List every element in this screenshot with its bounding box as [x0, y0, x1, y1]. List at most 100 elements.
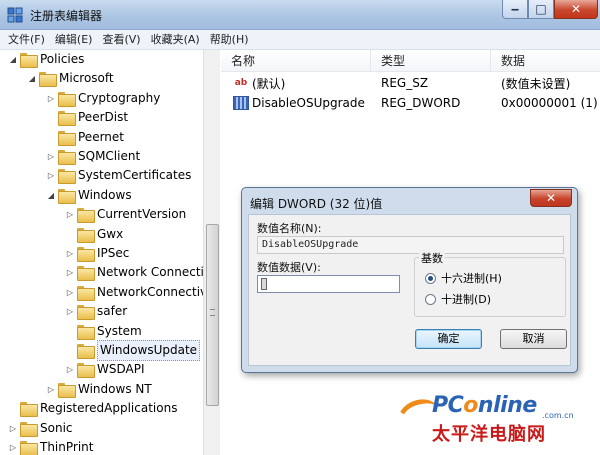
expanded-arrow-icon[interactable]: ◢ [46, 186, 56, 205]
tree-item[interactable]: Peernet [46, 128, 124, 147]
dialog-body: 数值名称(N): DisableOSUpgrade 数值数据(V): 基数 十六… [248, 214, 571, 366]
value-name-label: 数值名称(N): [257, 222, 322, 235]
close-icon: ✕ [545, 191, 557, 205]
string-value-icon: ab [234, 78, 248, 88]
radio-hex[interactable]: 十六进制(H) [425, 270, 502, 286]
watermark-chinese-name: 太平洋电脑网 [432, 424, 546, 445]
cancel-button[interactable]: 取消 [500, 329, 567, 349]
tree-item[interactable]: ▷ SystemCertificates [46, 166, 191, 185]
tree-item[interactable]: System [65, 322, 142, 341]
tree-item-label: Policies [40, 52, 85, 66]
collapsed-arrow-icon[interactable]: ▷ [8, 438, 18, 455]
collapsed-arrow-icon[interactable]: ▷ [65, 360, 75, 379]
expanded-arrow-icon[interactable]: ◢ [27, 69, 37, 88]
value-data: (数值未设置) [501, 76, 571, 91]
minimize-button[interactable]: ‒ [502, 0, 528, 19]
list-item[interactable]: ab (默认) REG_SZ (数值未设置) [221, 73, 600, 93]
window-title: 注册表编辑器 [30, 9, 103, 23]
maximize-icon: □ [535, 2, 547, 16]
menu-bar: 文件(F) 编辑(E) 查看(V) 收藏夹(A) 帮助(H) [0, 30, 600, 50]
pconline-watermark: PConline .com.cn 太平洋电脑网 [392, 390, 600, 455]
menu-edit[interactable]: 编辑(E) [55, 30, 93, 49]
collapsed-arrow-icon[interactable]: ▷ [46, 89, 56, 108]
tree-item-label: WindowsUpdate [97, 340, 201, 361]
tree-item[interactable]: ▷ CurrentVersion [65, 205, 186, 224]
radio-decimal-label: 十进制(D) [441, 293, 492, 306]
collapsed-arrow-icon[interactable]: ▷ [65, 244, 75, 263]
menu-view[interactable]: 查看(V) [102, 30, 140, 49]
watermark-domain: .com.cn [542, 411, 574, 420]
tree-item-label: Sonic [40, 420, 73, 435]
collapsed-arrow-icon[interactable]: ▷ [65, 205, 75, 224]
collapsed-arrow-icon[interactable]: ▷ [65, 283, 75, 302]
menu-file[interactable]: 文件(F) [8, 30, 45, 49]
collapsed-arrow-icon[interactable]: ▷ [46, 166, 56, 185]
dialog-close-button[interactable]: ✕ [530, 189, 572, 207]
folder-icon [77, 305, 95, 321]
value-data-input[interactable] [257, 275, 400, 293]
tree-item[interactable]: RegisteredApplications [8, 399, 177, 418]
menu-help[interactable]: 帮助(H) [210, 30, 249, 49]
tree-item[interactable]: ▷ Windows NT [46, 380, 152, 399]
tree-item[interactable]: Gwx [65, 225, 123, 244]
close-button[interactable]: ✕ [554, 0, 598, 19]
tree-item[interactable]: ▷ Sonic [8, 419, 73, 438]
radio-decimal[interactable]: 十进制(D) [425, 291, 491, 307]
tree-item[interactable]: ▷ Cryptography [46, 89, 160, 108]
expanded-arrow-icon[interactable]: ◢ [8, 50, 18, 69]
folder-icon [77, 363, 95, 379]
folder-icon [58, 188, 76, 204]
folder-icon [77, 208, 95, 224]
registry-tree[interactable]: ◢ Policies ◢ Microsoft ▷ Cryptography PeerDist… [0, 50, 220, 455]
tree-item[interactable]: ▷ Network Connecti [65, 263, 204, 282]
radio-hex-label: 十六进制(H) [441, 272, 502, 285]
tree-item[interactable]: ▷ safer [65, 302, 127, 321]
collapsed-arrow-icon[interactable]: ▷ [65, 302, 75, 321]
tree-item-label: IPSec [97, 246, 130, 260]
ok-button[interactable]: 确定 [415, 329, 482, 349]
tree-item-label: WSDAPI [97, 362, 145, 377]
text-caret [261, 278, 267, 290]
tree-item[interactable]: PeerDist [46, 108, 128, 127]
folder-icon [20, 441, 38, 455]
tree-item[interactable]: ◢ Windows [46, 186, 132, 205]
tree-item-label: Microsoft [59, 71, 114, 86]
tree-item[interactable]: ◢ Microsoft [27, 69, 114, 88]
folder-icon [77, 324, 95, 340]
maximize-button[interactable]: □ [528, 0, 554, 19]
tree-item[interactable]: ▷ WSDAPI [65, 360, 145, 379]
folder-icon [39, 72, 57, 88]
value-name: (默认) [252, 76, 286, 91]
tree-item[interactable]: ▷ SQMClient [46, 147, 140, 166]
collapsed-arrow-icon[interactable]: ▷ [8, 419, 18, 438]
tree-item-label: SQMClient [78, 149, 141, 163]
folder-icon [58, 169, 76, 185]
value-name: DisableOSUpgrade [252, 96, 365, 110]
column-name[interactable]: 名称 [221, 50, 371, 71]
folder-icon [58, 111, 76, 127]
folder-icon [58, 382, 76, 398]
tree-item-label: Peernet [78, 129, 124, 144]
column-data[interactable]: 数据 [491, 50, 600, 71]
folder-icon [77, 344, 95, 359]
tree-item[interactable]: ▷ IPSec [65, 244, 129, 263]
tree-item-label: System [97, 323, 142, 338]
tree-item[interactable]: ◢ Policies [8, 50, 84, 69]
tree-item-label: Gwx [97, 226, 124, 241]
tree-item[interactable]: ▷ NetworkConnectiv [65, 283, 207, 302]
scrollbar-thumb[interactable] [206, 224, 219, 406]
tree-item[interactable]: ▷ ThinPrint [8, 438, 93, 455]
folder-icon [77, 285, 95, 301]
collapsed-arrow-icon[interactable]: ▷ [46, 147, 56, 166]
value-type: REG_SZ [381, 76, 429, 90]
tree-item[interactable]: WindowsUpdate [65, 340, 201, 361]
value-type: REG_DWORD [381, 96, 461, 110]
dword-value-icon [233, 96, 249, 110]
menu-favorites[interactable]: 收藏夹(A) [151, 30, 200, 49]
folder-icon [20, 421, 38, 437]
collapsed-arrow-icon[interactable]: ▷ [46, 380, 56, 399]
tree-scrollbar[interactable] [203, 50, 220, 455]
collapsed-arrow-icon[interactable]: ▷ [65, 263, 75, 282]
column-type[interactable]: 类型 [371, 50, 491, 71]
list-item[interactable]: DisableOSUpgrade REG_DWORD 0x00000001 (1… [221, 93, 600, 113]
